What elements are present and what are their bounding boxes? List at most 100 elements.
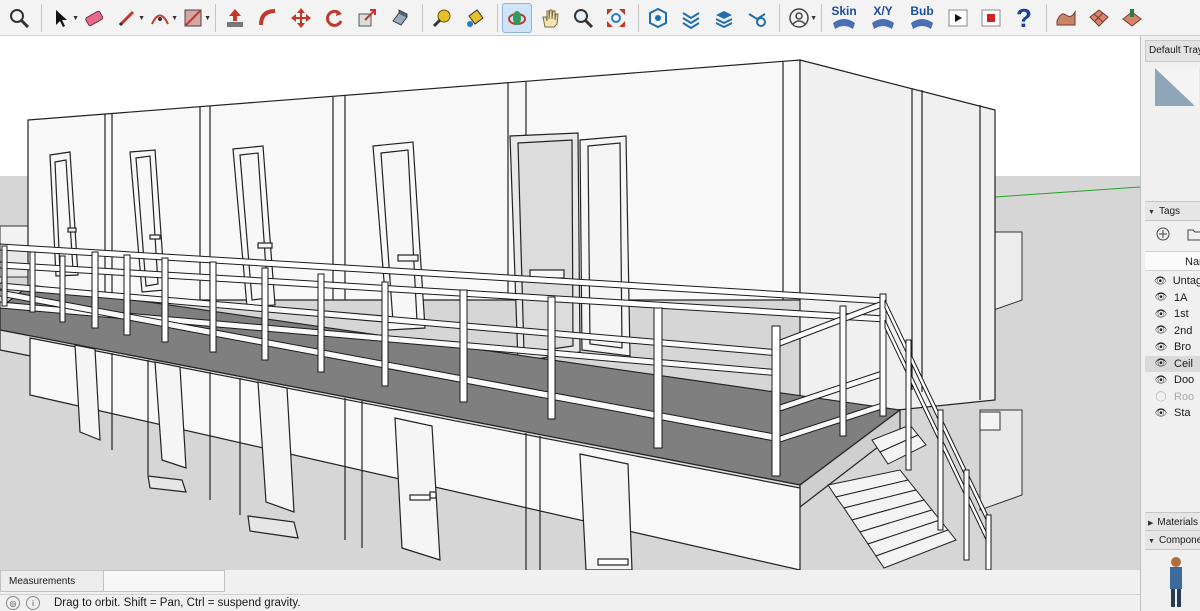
zoom-extents-icon: [607, 8, 625, 27]
tag-row[interactable]: 👁 Ceil: [1145, 355, 1200, 372]
tag-name: 1st: [1174, 308, 1189, 321]
tag-name: Sta: [1174, 407, 1191, 420]
tags-column-header[interactable]: Name: [1145, 251, 1200, 271]
toolbar-separator: [215, 3, 216, 32]
chevron-down-icon[interactable]: ▼: [72, 15, 79, 22]
eraser-tool-button[interactable]: [79, 3, 109, 33]
toolbar-separator: [497, 3, 498, 32]
shape-tool-button[interactable]: ▼: [178, 3, 211, 33]
warehouse-button[interactable]: [643, 3, 673, 33]
zoom-extents-button[interactable]: [4, 3, 34, 33]
toolbar-separator: [779, 3, 780, 32]
tags-panel-header[interactable]: ▼ Tags: [1145, 201, 1200, 221]
tag-name: Untagged: [1172, 275, 1200, 288]
eye-icon[interactable]: 👁: [1154, 325, 1168, 336]
toolbar-separator: [422, 3, 423, 32]
components-panel-header[interactable]: ▼Components: [1145, 530, 1200, 550]
chevron-down-icon[interactable]: ▼: [171, 15, 178, 22]
chevron-down-icon[interactable]: ▼: [810, 15, 817, 22]
eye-icon[interactable]: 👁: [1154, 309, 1168, 320]
eye-icon[interactable]: 👁: [1154, 342, 1168, 353]
account-button[interactable]: ▼: [784, 3, 817, 33]
xy-button[interactable]: X/Y: [865, 3, 901, 33]
tray-title[interactable]: Default Tray: [1145, 40, 1200, 62]
tag-row[interactable]: 👁 Untagged: [1145, 273, 1200, 290]
measurements-label: Measurements: [1, 571, 104, 591]
collapse-triangle-icon: ▼: [1148, 209, 1155, 216]
rotate-icon: [326, 9, 343, 27]
extension-manager-button[interactable]: [676, 3, 706, 33]
tag-row[interactable]: 👁 1st: [1145, 306, 1200, 323]
help-icon: ?: [1016, 5, 1032, 31]
tag-row[interactable]: 👁 Bro: [1145, 339, 1200, 356]
measurements-input[interactable]: [104, 571, 224, 591]
geo-location-icon[interactable]: ◎: [6, 596, 20, 610]
bub-icon: [911, 18, 933, 29]
pencil-icon: [118, 10, 135, 26]
add-tag-folder-button[interactable]: [1187, 226, 1200, 242]
eye-icon[interactable]: 👁: [1154, 292, 1168, 303]
eye-hidden-icon[interactable]: ◯: [1154, 391, 1168, 402]
sandbox-grid-button[interactable]: [1084, 3, 1114, 33]
scale-tool-button[interactable]: [352, 3, 382, 33]
push-pull-button[interactable]: [220, 3, 250, 33]
arc-tool-button[interactable]: ▼: [145, 3, 178, 33]
skin-button[interactable]: Skin: [826, 3, 862, 33]
pencil-tool-button[interactable]: ▼: [112, 3, 145, 33]
eye-icon[interactable]: 👁: [1154, 358, 1168, 369]
follow-me-button[interactable]: [253, 3, 283, 33]
user-icon: [789, 7, 809, 28]
tag-row[interactable]: 👁 2nd: [1145, 323, 1200, 340]
status-text: Drag to orbit. Shift = Pan, Ctrl = suspe…: [54, 597, 301, 609]
help-button[interactable]: ?: [1009, 3, 1039, 33]
tag-row[interactable]: 👁 1A: [1145, 290, 1200, 307]
building-model-scene[interactable]: [0, 36, 1140, 570]
tag-name: Roo: [1174, 390, 1195, 403]
rectangle-icon: [184, 8, 202, 27]
stack-icon: [715, 10, 733, 28]
materials-panel-header[interactable]: ▶ Materials: [1145, 512, 1200, 532]
component-preview: [1161, 554, 1191, 609]
arc-icon: [151, 14, 169, 24]
play-button[interactable]: [943, 3, 973, 33]
sandbox-stamp-button[interactable]: [1117, 3, 1147, 33]
offset-icon: [392, 8, 408, 26]
stop-button[interactable]: [976, 3, 1006, 33]
tag-row[interactable]: 👁 Sta: [1145, 405, 1200, 422]
bub-button[interactable]: Bub: [904, 3, 940, 33]
chevron-down-icon[interactable]: ▼: [204, 15, 211, 22]
offset-tool-button[interactable]: [385, 3, 415, 33]
mesh-icon: [1089, 8, 1109, 27]
info-icon[interactable]: i: [26, 596, 40, 610]
zoom-extents-tool-button[interactable]: [601, 3, 631, 33]
terrain-icon: [1056, 9, 1076, 25]
eye-icon[interactable]: 👁: [1154, 276, 1167, 287]
select-tool-button[interactable]: ▼: [46, 3, 79, 33]
tape-measure-button[interactable]: [427, 3, 457, 33]
orbit-tool-button[interactable]: [502, 2, 532, 33]
rotate-tool-button[interactable]: [319, 3, 349, 33]
sandbox-smoove-button[interactable]: [1051, 3, 1081, 33]
tag-row[interactable]: 👁 Doo: [1145, 372, 1200, 389]
orbit-icon: [508, 10, 526, 25]
toolbar-separator: [638, 3, 639, 32]
paint-bucket-button[interactable]: [460, 3, 490, 33]
add-tag-button[interactable]: [1155, 226, 1171, 242]
stamp-icon: [1122, 8, 1142, 27]
pan-tool-button[interactable]: [535, 3, 565, 33]
eye-icon[interactable]: 👁: [1154, 408, 1168, 419]
move-tool-button[interactable]: [286, 3, 316, 33]
chevron-down-icon[interactable]: ▼: [138, 15, 145, 22]
model-viewport[interactable]: [0, 36, 1140, 570]
eye-icon[interactable]: 👁: [1154, 375, 1168, 386]
bub-label: Bub: [910, 3, 934, 18]
move-icon: [291, 7, 311, 28]
trimble-connect-button[interactable]: [742, 3, 772, 33]
zoom-tool-button[interactable]: [568, 3, 598, 33]
follow-me-icon: [259, 8, 276, 25]
tag-row[interactable]: ◯ Roo: [1145, 389, 1200, 406]
eraser-icon: [85, 10, 104, 26]
skin-icon: [833, 18, 855, 29]
paint-bucket-icon: [467, 8, 484, 27]
layers-button[interactable]: [709, 3, 739, 33]
